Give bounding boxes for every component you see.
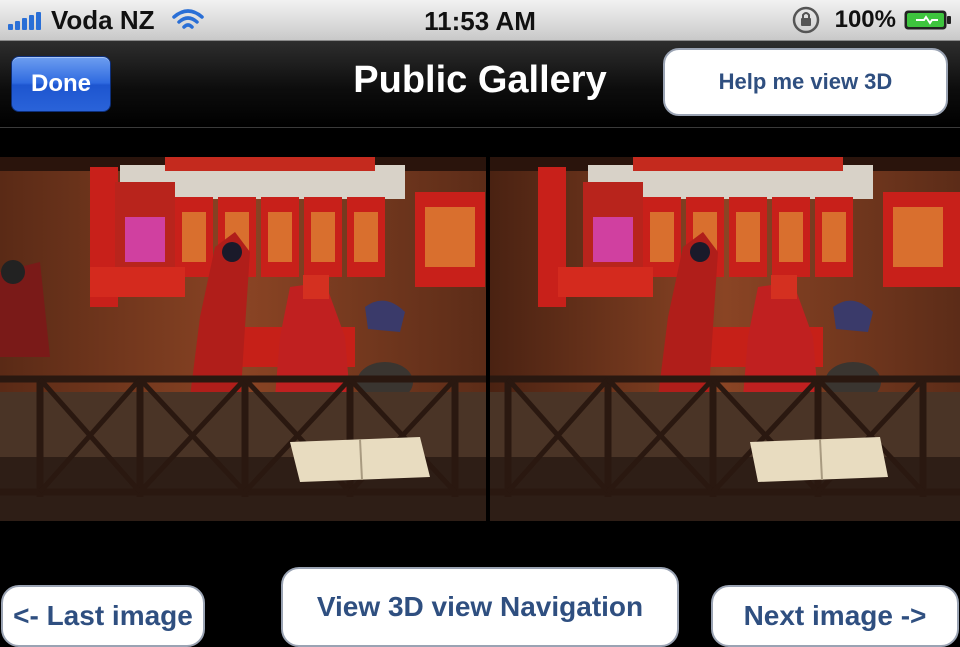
status-right: 100% <box>791 6 952 34</box>
rotation-lock-icon <box>792 6 819 34</box>
navigation-bar: Done Public Gallery Help me view 3D <box>0 41 960 128</box>
status-bar: Voda NZ 11:53 AM 100% <box>0 0 960 41</box>
battery-percent: 100% <box>834 6 896 33</box>
last-image-button[interactable]: <- Last image <box>1 585 205 647</box>
stereo-image-left <box>0 157 486 521</box>
stereo-image-pair[interactable] <box>0 157 960 521</box>
view-3d-navigation-button[interactable]: View 3D view Navigation <box>281 567 679 647</box>
help-view-3d-button[interactable]: Help me view 3D <box>663 48 948 116</box>
next-image-button[interactable]: Next image -> <box>711 585 959 647</box>
battery-charging-icon <box>904 10 951 30</box>
stereo-image-right <box>490 157 960 521</box>
